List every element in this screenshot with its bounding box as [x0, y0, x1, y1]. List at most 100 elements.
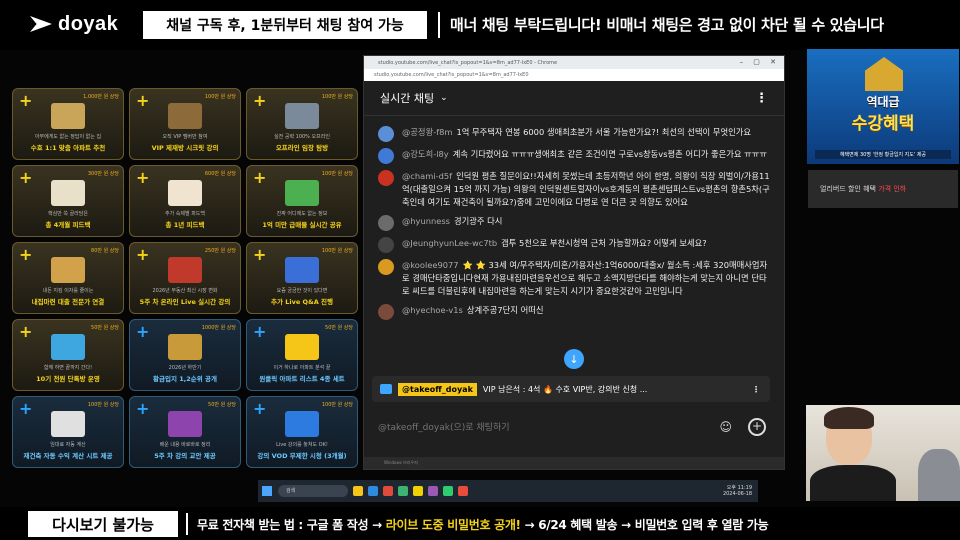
chat-author[interactable]: @hyunness	[402, 216, 450, 226]
subscribe-notice: 채널 구독 후, 1분뒤부터 채팅 참여 가능	[143, 11, 427, 39]
card-subtitle: 배운 내용 바로바로 정리	[159, 442, 211, 448]
webcam-feed	[806, 405, 960, 501]
card-title: 5주 차 강의 교안 제공	[154, 452, 216, 460]
card-illustration	[51, 180, 85, 206]
chat-message[interactable]: @JeunghyunLee-wc7tb 갭투 5천으로 부천시청역 근처 가능할까…	[378, 237, 772, 253]
app-icon[interactable]	[458, 486, 468, 496]
second-person	[918, 449, 960, 501]
chat-input-row: ☺ +	[378, 414, 778, 442]
avatar[interactable]	[378, 237, 394, 253]
card-illustration	[168, 257, 202, 283]
chat-author[interactable]: @chami-d5f	[402, 171, 452, 181]
plus-icon: +	[19, 168, 33, 187]
avatar[interactable]	[378, 215, 394, 231]
youtube-studio-icon	[380, 384, 392, 394]
card-price: 50만 원 상당	[325, 325, 353, 331]
browser-title: studio.youtube.com/live_chat?is_popout=1…	[364, 56, 784, 69]
ebook-notice-c: → 6/24 혜택 발송 → 비밀번호 입력 후 열람 가능	[520, 518, 769, 532]
windows-start-icon[interactable]	[262, 486, 272, 496]
benefit-card: +100만 원 상당 실전 공략 100% 오프라인 오프라인 임장 탐방	[246, 88, 358, 160]
chat-input[interactable]	[378, 414, 698, 442]
early-bird-box: 얼리버드 할인 혜택 가격 인하	[808, 170, 958, 208]
card-title: 추가 Live Q&A 진행	[271, 298, 333, 306]
card-title: 재건축 자동 수익 계산 시트 제공	[23, 452, 113, 460]
card-illustration	[51, 334, 85, 360]
card-subtitle: 2026년 하반기	[168, 365, 202, 371]
plus-icon: +	[136, 245, 150, 264]
edge-icon[interactable]	[368, 486, 378, 496]
chat-message[interactable]: @hyunness 경기광주 다시	[378, 215, 772, 231]
avatar[interactable]	[378, 259, 394, 275]
plus-icon: +	[253, 245, 267, 264]
avatar[interactable]	[378, 304, 394, 320]
chat-header: 실시간 채팅 ⌄ ⋮	[364, 81, 784, 116]
benefit-card: +100만 원 상당 진짜 어디에도 없는 정보 1억 미만 급매물 실시간 공유	[246, 165, 358, 237]
plus-icon: +	[136, 168, 150, 187]
divider	[438, 12, 440, 38]
card-illustration	[51, 411, 85, 437]
window-controls-icon[interactable]: – ▢ ✕	[740, 58, 780, 66]
emoji-icon[interactable]: ☺	[719, 420, 732, 434]
plus-icon: +	[19, 245, 33, 264]
pinned-text: VIP 남은석 : 4석 🔥 수호 VIP반, 강의반 신청 ...	[482, 384, 648, 394]
card-price: 1,000만 원 상당	[83, 94, 119, 100]
card-price: 50만 원 상당	[91, 325, 119, 331]
chat-message[interactable]: @공정왕-f8m 1억 무주택자 연봉 6000 생애최초분가 서울 가능한가요?…	[378, 126, 772, 142]
pinned-message[interactable]: @takeoff_doyak VIP 남은석 : 4석 🔥 수호 VIP반, 강…	[372, 376, 770, 402]
folder-icon[interactable]	[353, 486, 363, 496]
card-title: 수호 1:1 맞춤 아파트 추천	[30, 144, 106, 152]
card-subtitle: 핵심만 쏙 골라담은	[48, 211, 88, 217]
chat-author[interactable]: @공정왕-f8m	[402, 127, 452, 137]
excel-icon[interactable]	[398, 486, 408, 496]
address-bar[interactable]: studio.youtube.com/live_chat?is_popout=1…	[364, 69, 784, 81]
chat-message[interactable]: @chami-d5f 인덕원 평촌 질문이요!!자세히 못썼는데 초등저학년 아이…	[378, 170, 772, 209]
chat-message[interactable]: @hyechoe-v1s 상계주공7단지 어떠신	[378, 304, 772, 320]
avatar[interactable]	[378, 126, 394, 142]
plus-icon: +	[253, 322, 267, 341]
logo-plane-icon	[30, 16, 52, 32]
ebook-notice-b: 라이브 도중 비밀번호 공개!	[385, 518, 521, 532]
benefit-card: +600만 원 상당 추가 숙제별 피드백 총 1년 피드백	[129, 165, 241, 237]
chat-text: 갭투 5천으로 부천시청역 근처 가능할까요? 어떻게 보세요?	[501, 238, 707, 248]
taskbar-search[interactable]: 검색	[278, 485, 348, 497]
kakaotalk-icon[interactable]	[413, 486, 423, 496]
plus-icon: +	[136, 322, 150, 341]
chat-title: 실시간 채팅	[380, 92, 435, 105]
card-subtitle: 요즘 궁금한 것이 있다면	[276, 288, 328, 294]
host-body	[810, 465, 896, 501]
card-subtitle: 내돈 지킴 이자를 줄이는	[42, 288, 94, 294]
avatar[interactable]	[378, 148, 394, 164]
plus-icon: +	[253, 168, 267, 187]
benefit-card: +1000만 원 상당 2026년 하반기 황금입지 1,2순위 공개	[129, 319, 241, 391]
card-subtitle: Live 강의를 놓쳐도 OK!	[276, 442, 328, 448]
chat-message[interactable]: @강도희-l8y 계속 기다렸어요 ㅠㅠㅠ생애최초 같은 조건이면 구로vs창동v…	[378, 148, 772, 164]
chat-author[interactable]: @hyechoe-v1s	[402, 305, 463, 315]
windows-taskbar: 검색 오후 11:19 2024-06-18	[258, 480, 758, 502]
plus-icon: +	[136, 399, 150, 418]
more-vert-icon[interactable]: ⋮	[752, 385, 760, 394]
chat-author[interactable]: @koolee9077	[402, 260, 459, 270]
card-illustration	[168, 180, 202, 206]
bottom-banner: 다시보기 불가능 무료 전자책 받는 법 : 구글 폼 작성 → 라이브 도중 …	[0, 507, 960, 540]
avatar[interactable]	[378, 170, 394, 186]
chat-message[interactable]: @koolee9077 ⭐ ⭐ 33세 여/무주택자/미혼/가용자산:1억6000…	[378, 259, 772, 298]
chevron-down-icon[interactable]: ⌄	[440, 93, 448, 103]
card-subtitle: 이거 하나로 아파트 분석 끝	[273, 365, 331, 371]
app-icon[interactable]	[428, 486, 438, 496]
app-icon[interactable]	[443, 486, 453, 496]
add-icon[interactable]: +	[748, 418, 766, 436]
window-status: Windows 브라우저	[364, 457, 784, 469]
card-subtitle: 진짜 어디에도 없는 정보	[276, 211, 328, 217]
card-illustration	[168, 411, 202, 437]
promo-banner: 역대급 수강혜택 혜택면제 30명 '한정 황금입지 지도' 제공	[807, 49, 959, 164]
plus-icon: +	[19, 322, 33, 341]
chat-message-list[interactable]: @공정왕-f8m 1억 무주택자 연봉 6000 생애최초분가 서울 가능한가요?…	[364, 116, 784, 376]
chrome-icon[interactable]	[383, 486, 393, 496]
chat-author[interactable]: @강도희-l8y	[402, 149, 449, 159]
card-illustration	[285, 103, 319, 129]
more-vert-icon[interactable]: ⋮	[755, 91, 768, 106]
benefit-card: +250만 원 상당 2026년 부동산 최신 시장 변화 5주 차 온라인 Liv…	[129, 242, 241, 314]
logo-text: doyak	[58, 12, 119, 35]
chat-author[interactable]: @JeunghyunLee-wc7tb	[402, 238, 497, 248]
scroll-down-icon[interactable]: ↓	[564, 349, 584, 369]
